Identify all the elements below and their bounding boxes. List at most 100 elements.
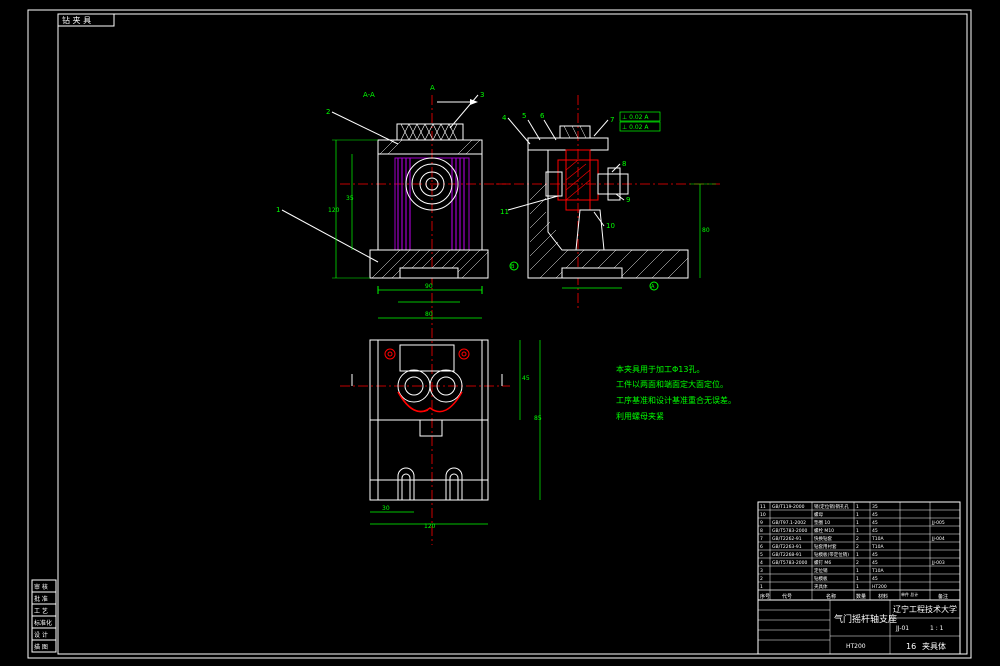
- footer-label: 夹具体: [922, 641, 946, 651]
- part-7-label: 7: [610, 116, 614, 124]
- bom-cell: 钻套用衬套: [814, 543, 837, 550]
- bom-cell: GB/T5783-2000: [772, 560, 808, 566]
- bom-cell: 2: [856, 560, 859, 566]
- bom-header-4: 材料: [878, 593, 888, 600]
- plan-view: 80 45 85 30 120: [340, 310, 542, 545]
- school-name: 辽宁工程技术大学: [893, 604, 957, 614]
- arrow-a-label: A: [430, 84, 435, 92]
- bom-header-6: 备注: [938, 593, 948, 600]
- bom-cell: HT200: [872, 584, 887, 590]
- bom-cell: 11: [760, 504, 766, 510]
- bom-cell: GB/T5783-2000: [772, 528, 808, 534]
- count-label: 16: [906, 642, 916, 651]
- part-4-label: 4: [502, 114, 507, 122]
- bom-cell: 1: [856, 552, 859, 558]
- datum-b: B: [511, 264, 515, 270]
- bom-cell: 螺母: [814, 511, 823, 518]
- bom-cell: 1: [856, 512, 859, 518]
- note-1: 本夹具用于加工Φ13孔。: [616, 364, 704, 374]
- scale: 1 : 1: [930, 625, 944, 632]
- part-3-label: 3: [480, 91, 484, 99]
- bom-cell: GB/T2263-91: [772, 544, 802, 550]
- bom-cell: 螺栓 M10: [814, 527, 834, 534]
- left-block-text-0: 审 核: [34, 583, 48, 591]
- note-4: 利用螺母夹紧: [616, 411, 664, 421]
- side-view: 4 5 6 7 8 9 10 11 ⊥ 0.02 A ⊥ 0.02 A B A …: [496, 95, 720, 310]
- bom-cell: 2: [760, 576, 763, 582]
- bom-cell: 1: [856, 504, 859, 510]
- bom-cell: GB/T119-2000: [772, 504, 805, 510]
- material: HT200: [846, 643, 866, 650]
- bom-cell: 35: [872, 504, 878, 510]
- bom-cell: 快换钻套: [814, 535, 832, 542]
- part-5-label: 5: [522, 112, 526, 120]
- dim-height-left: 120: [328, 207, 340, 214]
- bom-cell: JJ-004: [931, 536, 945, 542]
- bom-cell: T10A: [871, 536, 884, 542]
- bom-cell: 1: [856, 584, 859, 590]
- bom-cell: 夹具体: [814, 583, 828, 590]
- bom-cell: 10: [760, 512, 766, 518]
- bom-cell: 45: [872, 528, 878, 534]
- bom-cell: 45: [872, 560, 878, 566]
- dim-height-left2: 35: [346, 195, 354, 202]
- bom-header-0: 序号: [760, 593, 770, 600]
- bom-cell: 螺钉 M6: [814, 559, 831, 566]
- technical-notes: 本夹具用于加工Φ13孔。 工件以两面和端面定大面定位。 工序基准和设计基准重合无…: [616, 364, 736, 421]
- dim-plan-bottom-left: 30: [382, 505, 390, 512]
- bom-cell: 5: [760, 552, 763, 558]
- part-10-label: 10: [606, 222, 615, 230]
- bom-cell: 7: [760, 536, 763, 542]
- dim-plan-right: 85: [534, 415, 542, 422]
- bom-cell: 1: [760, 584, 763, 590]
- bom-cell: 2: [856, 544, 859, 550]
- tolerance-box-1: ⊥ 0.02 A: [622, 114, 649, 121]
- left-block-text-3: 标准化: [34, 619, 52, 627]
- bom-cell: 3: [760, 568, 763, 574]
- dim-width-top: 90: [425, 283, 433, 290]
- bom-cell: 45: [872, 552, 878, 558]
- bom-cell: GB/T2268-91: [772, 552, 802, 558]
- bom-cell: 垫圈 10: [814, 519, 830, 526]
- bom-cell: 1: [856, 568, 859, 574]
- bom-cell: 6: [760, 544, 763, 550]
- bom-cell: GB/T97.1-2002: [772, 520, 806, 526]
- bom-cell: T10A: [871, 544, 884, 550]
- part-1-label: 1: [276, 206, 280, 214]
- stamp-text: 钻 夹 具: [62, 15, 91, 25]
- drawing-name: 气门摇杆轴支座: [834, 613, 897, 625]
- left-block-text-2: 工 艺: [34, 607, 48, 615]
- bom-header-1: 代号: [782, 593, 792, 600]
- dim-side-height: 80: [702, 227, 710, 234]
- note-3: 工序基准和设计基准重合无误差。: [616, 395, 736, 405]
- bom-cell: JJ-005: [931, 520, 945, 526]
- front-view: A-A A 2 3 1 120 35 90: [276, 84, 510, 310]
- bom-cell: 2: [856, 536, 859, 542]
- left-side-block: 审 核 批 准 工 艺 标准化 设 计 描 图: [31, 579, 57, 653]
- bom-header-3: 数量: [856, 593, 866, 600]
- bom-header-2: 名称: [826, 593, 836, 600]
- bom-cell: 销(定位销)销孔孔: [814, 503, 850, 510]
- part-9-label: 9: [626, 196, 630, 204]
- bom-cell: JJ-003: [931, 560, 945, 566]
- datum-a: A: [651, 284, 655, 290]
- left-block-text-4: 设 计: [34, 631, 48, 639]
- part-8-label: 8: [622, 160, 626, 168]
- bom-header-5: 单件 总计: [901, 591, 918, 597]
- part-11-label: 11: [500, 208, 509, 216]
- bom-cell: 1: [856, 528, 859, 534]
- bom-cell: 定位销: [814, 567, 828, 574]
- dim-plan-right2: 45: [522, 375, 530, 382]
- bom-cell: 45: [872, 576, 878, 582]
- bom-cell: 钻模板(带定位销): [814, 551, 849, 558]
- bom-cell: 1: [856, 576, 859, 582]
- section-aa-label: A-A: [363, 91, 375, 99]
- tolerance-box-2: ⊥ 0.02 A: [622, 124, 649, 131]
- bom-cell: 钻模板: [814, 575, 828, 582]
- part-2-label: 2: [326, 108, 330, 116]
- bom-cell: T10A: [871, 568, 884, 574]
- note-2: 工件以两面和端面定大面定位。: [616, 379, 728, 389]
- bom-cell: 8: [760, 528, 763, 534]
- dim-plan-bottom: 120: [424, 523, 436, 530]
- bom-cell: 1: [856, 520, 859, 526]
